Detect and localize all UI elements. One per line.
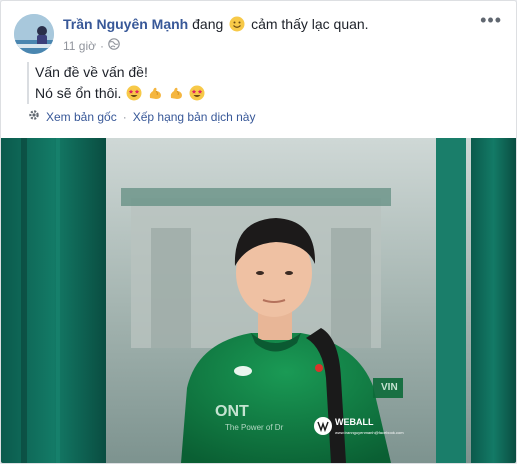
flexed-biceps-emoji: [170, 87, 183, 99]
dot-separator: ·: [100, 38, 104, 53]
post-header: Trần Nguyên Mạnh đang cảm thấy lạc quan.: [63, 16, 369, 35]
post-photo[interactable]: ONT The Power of Dr VIN WEBALL www.trann…: [1, 138, 516, 463]
star-struck-emoji: [126, 85, 142, 101]
shirt-text: ONT: [215, 403, 249, 420]
timestamp[interactable]: 11 giờ: [63, 39, 96, 53]
flexed-biceps-emoji: [149, 87, 162, 99]
globe-icon[interactable]: [108, 38, 120, 53]
separator: ·: [122, 109, 127, 124]
post-text-line-2: Nó sẽ ổn thôi.: [35, 83, 205, 104]
photo-image: ONT The Power of Dr VIN WEBALL www.trann…: [1, 138, 516, 463]
gear-icon[interactable]: [28, 109, 40, 124]
watermark-subtext: www.trannguyenmanh@facebook.com: [335, 430, 404, 435]
feeling-text: cảm thấy lạc quan.: [251, 16, 369, 32]
translation-bar: Xem bản gốc · Xếp hạng bản dịch này: [28, 109, 255, 124]
shirt-subtext: The Power of Dr: [225, 423, 284, 432]
author-name[interactable]: Trần Nguyên Mạnh: [63, 16, 188, 32]
post-text-line: Vấn đề về vấn đề!: [35, 64, 148, 80]
avatar[interactable]: [14, 14, 54, 54]
star-struck-emoji: [189, 85, 205, 101]
sleeve-text: VIN: [381, 382, 398, 393]
feeling-prefix: đang: [192, 16, 224, 32]
post-card: Trần Nguyên Mạnh đang cảm thấy lạc quan.…: [0, 0, 517, 464]
more-icon[interactable]: •••: [480, 11, 502, 29]
watermark-text: WEBALL: [335, 417, 374, 427]
see-original-link[interactable]: Xem bản gốc: [46, 110, 117, 124]
post-text-content: Nó sẽ ổn thôi.: [35, 85, 122, 101]
rate-translation-link[interactable]: Xếp hạng bản dịch này: [133, 110, 256, 124]
smiley-emoji: [229, 16, 245, 35]
post-meta: 11 giờ ·: [63, 38, 120, 53]
post-text: Vấn đề về vấn đề! Nó sẽ ổn thôi.: [27, 62, 205, 104]
